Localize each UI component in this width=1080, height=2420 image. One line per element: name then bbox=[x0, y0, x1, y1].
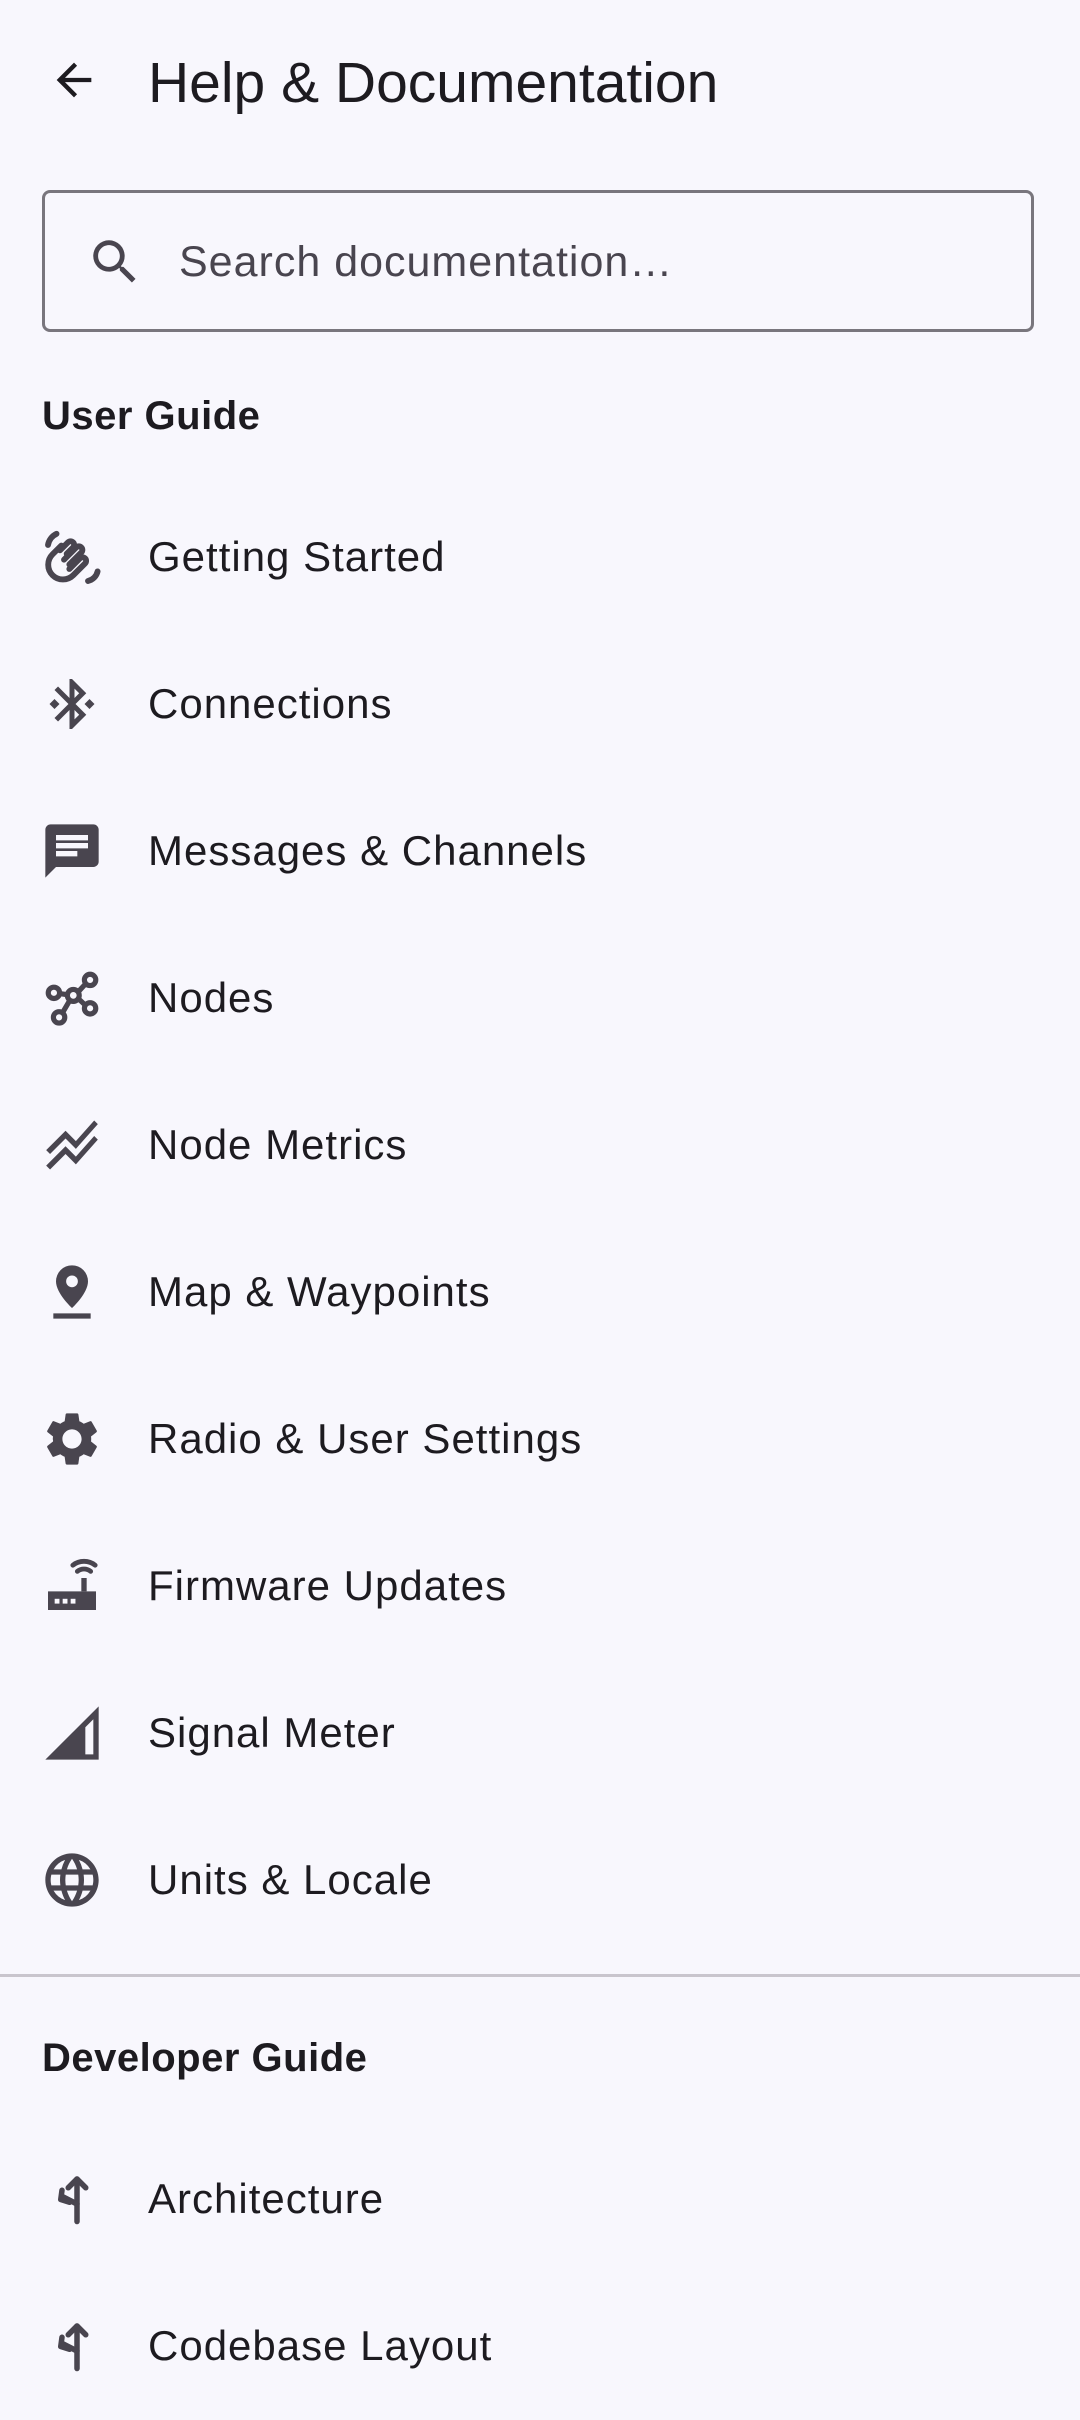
nav-item-map-waypoints[interactable]: Map & Waypoints bbox=[0, 1219, 1080, 1366]
nav-item-signal-meter[interactable]: Signal Meter bbox=[0, 1660, 1080, 1807]
nav-item-units-locale[interactable]: Units & Locale bbox=[0, 1807, 1080, 1954]
nav-item-nodes[interactable]: Nodes bbox=[0, 925, 1080, 1072]
nav-item-label: Messages & Channels bbox=[148, 827, 588, 874]
nav-item-label: Signal Meter bbox=[148, 1709, 396, 1756]
top-app-bar: Help & Documentation bbox=[0, 0, 1080, 168]
nav-item-label: Radio & User Settings bbox=[148, 1415, 583, 1462]
page-title: Help & Documentation bbox=[148, 51, 719, 115]
section-header-user-guide: User Guide bbox=[42, 394, 261, 438]
nav-item-connections[interactable]: Connections bbox=[0, 631, 1080, 778]
stacked-line-chart-icon bbox=[36, 1109, 108, 1181]
nav-item-codebase-layout[interactable]: Codebase Layout bbox=[0, 2273, 1080, 2420]
nav-item-architecture[interactable]: Architecture bbox=[0, 2126, 1080, 2273]
back-button[interactable] bbox=[30, 36, 118, 124]
nav-item-label: Map & Waypoints bbox=[148, 1268, 491, 1315]
nav-item-label: Codebase Layout bbox=[148, 2322, 493, 2369]
fork-left-icon bbox=[36, 2163, 108, 2235]
nav-item-node-metrics[interactable]: Node Metrics bbox=[0, 1072, 1080, 1219]
section-header-developer-guide: Developer Guide bbox=[42, 2036, 368, 2080]
nav-item-radio-user-settings[interactable]: Radio & User Settings bbox=[0, 1366, 1080, 1513]
search-icon bbox=[79, 226, 151, 298]
globe-icon bbox=[36, 1844, 108, 1916]
location-pin-icon bbox=[36, 1256, 108, 1328]
nav-item-getting-started[interactable]: Getting Started bbox=[0, 484, 1080, 631]
nav-item-messages-channels[interactable]: Messages & Channels bbox=[0, 778, 1080, 925]
nav-item-label: Units & Locale bbox=[148, 1856, 433, 1903]
nav-item-label: Firmware Updates bbox=[148, 1562, 508, 1609]
nav-item-label: Architecture bbox=[148, 2175, 385, 2222]
search-input[interactable] bbox=[179, 223, 999, 301]
nodes-icon bbox=[36, 962, 108, 1034]
arrow-back-icon bbox=[48, 54, 100, 106]
section-divider bbox=[0, 1974, 1080, 1977]
search-field[interactable] bbox=[42, 190, 1034, 332]
nav-item-label: Getting Started bbox=[148, 533, 446, 580]
signal-cellular-icon bbox=[36, 1697, 108, 1769]
nav-item-label: Node Metrics bbox=[148, 1121, 408, 1168]
nav-item-label: Connections bbox=[148, 680, 393, 727]
nav-item-label: Nodes bbox=[148, 974, 275, 1021]
chat-icon bbox=[36, 815, 108, 887]
bluetooth-icon bbox=[36, 668, 108, 740]
fork-left-icon bbox=[36, 2310, 108, 2382]
gear-icon bbox=[36, 1403, 108, 1475]
nav-item-firmware-updates[interactable]: Firmware Updates bbox=[0, 1513, 1080, 1660]
waving-hand-icon bbox=[36, 521, 108, 593]
router-icon bbox=[36, 1550, 108, 1622]
